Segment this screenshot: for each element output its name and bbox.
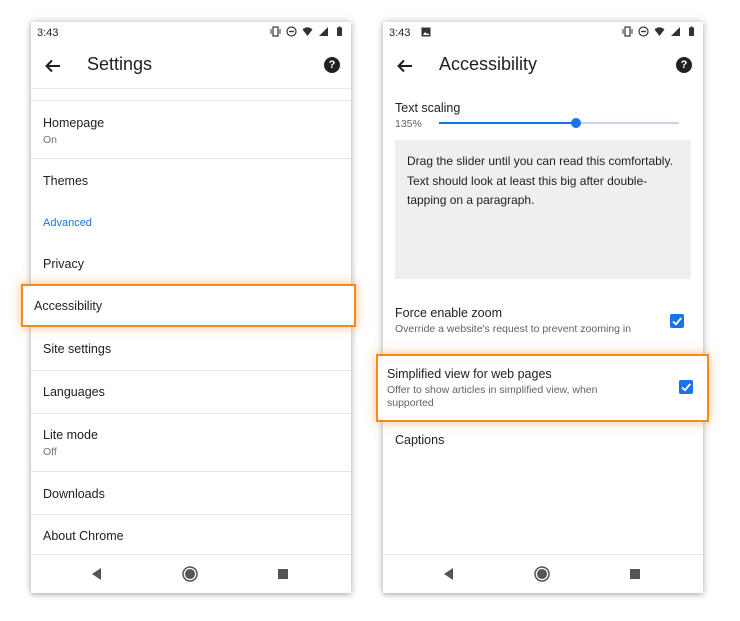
section-header-advanced: Advanced bbox=[43, 217, 92, 229]
arrow-back-icon[interactable] bbox=[395, 56, 415, 76]
status-bar: 3:43 bbox=[31, 22, 351, 44]
text-scaling-label: Text scaling bbox=[395, 101, 461, 115]
preview-text: Drag the slider until you can read this … bbox=[407, 154, 673, 207]
slider-fill bbox=[439, 122, 576, 124]
app-bar: Accessibility ? bbox=[383, 44, 703, 88]
do-not-disturb-icon bbox=[286, 26, 297, 37]
page-title: Settings bbox=[87, 54, 153, 74]
navigation-bar bbox=[31, 554, 351, 593]
settings-item-site-settings[interactable]: Site settings bbox=[31, 328, 351, 371]
settings-item-languages[interactable]: Languages bbox=[31, 371, 351, 414]
settings-item-privacy[interactable]: Privacy bbox=[31, 243, 351, 285]
page-title: Accessibility bbox=[439, 54, 538, 74]
list-divider bbox=[31, 88, 351, 101]
checkmark-icon bbox=[681, 383, 691, 392]
arrow-back-icon[interactable] bbox=[43, 56, 63, 76]
battery-icon bbox=[337, 26, 342, 36]
force-zoom-checkbox[interactable] bbox=[670, 314, 684, 328]
settings-item-themes[interactable]: Themes bbox=[31, 159, 351, 202]
settings-item-lite-mode[interactable]: Lite mode Off bbox=[31, 414, 351, 472]
signal-icon bbox=[671, 27, 680, 36]
square-recents-icon[interactable] bbox=[626, 565, 644, 583]
settings-item-homepage[interactable]: Homepage On bbox=[31, 101, 351, 159]
signal-icon bbox=[319, 27, 328, 36]
wifi-icon bbox=[654, 27, 665, 36]
navigation-bar bbox=[383, 554, 703, 593]
help-icon[interactable]: ? bbox=[324, 57, 340, 73]
vibrate-icon bbox=[270, 26, 281, 37]
simplified-view-label: Simplified view for web pages bbox=[387, 367, 552, 381]
circle-home-icon[interactable] bbox=[533, 565, 551, 583]
circle-home-icon[interactable] bbox=[181, 565, 199, 583]
do-not-disturb-icon bbox=[638, 26, 649, 37]
vibrate-icon bbox=[622, 26, 633, 37]
square-recents-icon[interactable] bbox=[274, 565, 292, 583]
settings-item-downloads[interactable]: Downloads bbox=[31, 472, 351, 515]
force-zoom-description: Override a website's request to prevent … bbox=[395, 323, 632, 335]
image-notification-icon bbox=[421, 27, 431, 37]
simplified-view-checkbox[interactable] bbox=[679, 380, 693, 394]
force-zoom-row[interactable]: Force enable zoom Override a website's r… bbox=[383, 300, 703, 342]
text-preview-box: Drag the slider until you can read this … bbox=[395, 140, 691, 279]
text-scaling-slider[interactable] bbox=[439, 118, 679, 128]
force-zoom-label: Force enable zoom bbox=[395, 306, 503, 320]
triangle-back-icon[interactable] bbox=[88, 565, 106, 583]
captions-row[interactable]: Captions bbox=[383, 422, 703, 458]
slider-thumb[interactable] bbox=[570, 118, 581, 128]
help-icon[interactable]: ? bbox=[676, 57, 692, 73]
status-bar: 3:43 bbox=[383, 22, 703, 44]
text-scaling-value: 135% bbox=[395, 118, 422, 130]
battery-icon bbox=[689, 26, 694, 36]
simplified-view-description: Offer to show articles in simplified vie… bbox=[387, 384, 598, 409]
settings-item-accessibility[interactable]: Accessibility bbox=[21, 284, 356, 327]
checkmark-icon bbox=[672, 317, 682, 326]
triangle-back-icon[interactable] bbox=[440, 565, 458, 583]
accessibility-screen: 3:43 Accessibility ? Text scaling 135% D… bbox=[383, 22, 703, 593]
wifi-icon bbox=[302, 27, 313, 36]
status-time: 3:43 bbox=[37, 27, 59, 39]
status-time: 3:43 bbox=[389, 27, 411, 39]
settings-item-about-chrome[interactable]: About Chrome bbox=[31, 515, 351, 555]
app-bar: Settings ? bbox=[31, 44, 351, 89]
simplified-view-row[interactable]: Simplified view for web pages Offer to s… bbox=[376, 354, 709, 422]
captions-label: Captions bbox=[395, 433, 445, 447]
